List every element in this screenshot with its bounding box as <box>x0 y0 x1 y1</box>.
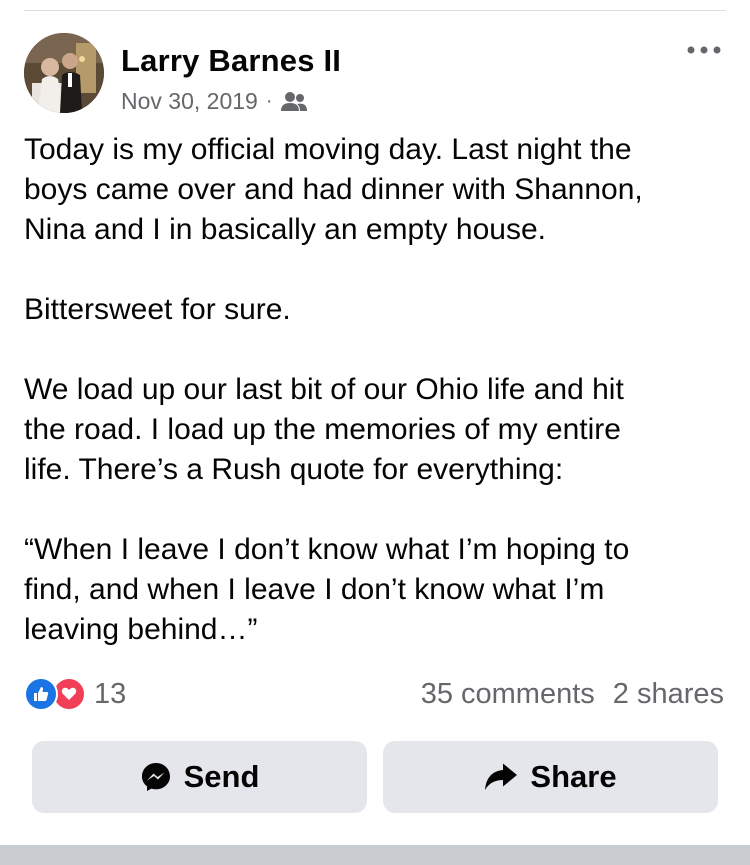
shares-count[interactable]: 2 shares <box>613 678 724 711</box>
avatar-photo <box>24 33 104 113</box>
share-button[interactable]: Share <box>383 741 718 813</box>
messenger-icon <box>141 763 170 791</box>
post-line: boys came over and had dinner with Shann… <box>24 173 643 206</box>
post-line: find, and when I leave I don’t know what… <box>24 573 605 606</box>
post-line: Nina and I in basically an empty house. <box>24 213 546 246</box>
post-meta: Nov 30, 2019 · <box>121 88 307 115</box>
post-actions: Send Share <box>32 741 718 813</box>
post-line: leaving behind…” <box>24 613 258 646</box>
send-button[interactable]: Send <box>32 741 367 813</box>
post-line: life. There’s a Rush quote for everythin… <box>24 453 564 486</box>
post-line: Bittersweet for sure. <box>24 293 291 326</box>
top-divider <box>24 10 726 11</box>
more-options-button[interactable] <box>684 33 724 67</box>
avatar[interactable] <box>24 33 104 113</box>
post-line: “When I leave I don’t know what I’m hopi… <box>24 533 630 566</box>
engagement-counts: 35 comments 2 shares <box>421 676 724 712</box>
reactions-summary[interactable]: 13 <box>24 676 126 712</box>
post-line: the road. I load up the memories of my e… <box>24 413 621 446</box>
meta-separator: · <box>265 90 273 112</box>
post-date[interactable]: Nov 30, 2019 <box>121 88 258 115</box>
share-label: Share <box>530 759 617 794</box>
post-line: Today is my official moving day. Last ni… <box>24 133 632 166</box>
share-arrow-icon <box>485 763 518 790</box>
comments-count[interactable]: 35 comments <box>421 678 595 711</box>
like-icon <box>24 677 58 711</box>
post-line: We load up our last bit of our Ohio life… <box>24 373 624 406</box>
post-body: Today is my official moving day. Last ni… <box>24 130 734 650</box>
feed-separator <box>0 845 750 865</box>
reactions-count: 13 <box>94 677 127 710</box>
post-header: Larry Barnes II Nov 30, 2019 · <box>24 33 726 119</box>
more-dots-icon <box>687 46 721 54</box>
author-name[interactable]: Larry Barnes II <box>121 43 341 79</box>
friends-icon[interactable] <box>280 91 307 113</box>
send-label: Send <box>183 759 260 794</box>
